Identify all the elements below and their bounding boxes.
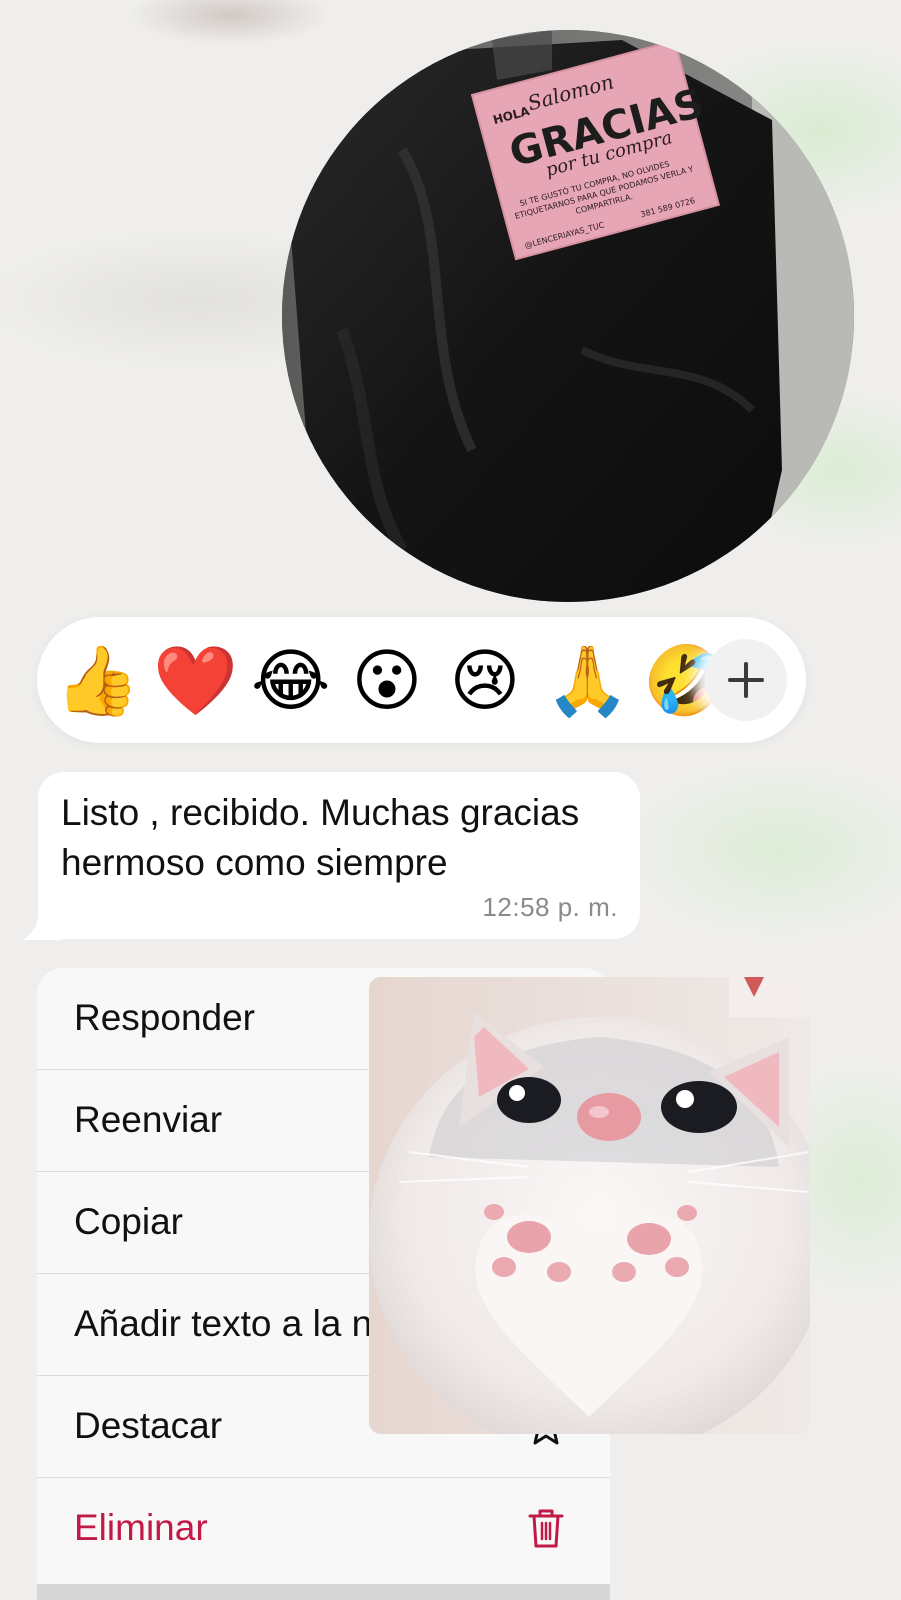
surprised-face-emoji[interactable]: 😮 (349, 643, 425, 719)
menu-item-label: Copiar (74, 1201, 183, 1242)
menu-item-label: Eliminar (74, 1507, 208, 1548)
folded-hands-emoji[interactable]: 🙏 (545, 643, 630, 719)
menu-item-label: Añadir texto a la n (74, 1303, 373, 1344)
thumbs-up-emoji[interactable]: 👍 (55, 643, 140, 719)
reaction-bar: 👍 ❤️ 😂 😮 😢 🙏 🤣 (37, 617, 806, 743)
video-message-bubble[interactable]: HOLA Salomon GRACIAS por tu compra SI TE… (282, 30, 854, 602)
menu-item-label: Responder (74, 997, 256, 1038)
menu-item-label: Destacar (74, 1405, 223, 1446)
menu-item-delete[interactable]: Eliminar (37, 1478, 610, 1579)
cat-sticker-image (369, 977, 810, 1434)
crying-face-emoji[interactable]: 😢 (447, 643, 523, 719)
cat-heart-paws-sticker[interactable] (369, 977, 810, 1434)
message-bubble[interactable]: Listo , recibido. Muchas gracias hermoso… (38, 772, 640, 939)
menu-scroll-edge (37, 1584, 610, 1600)
video-frame: HOLA Salomon GRACIAS por tu compra SI TE… (282, 30, 854, 602)
menu-item-label: Reenviar (74, 1099, 223, 1140)
tears-of-joy-emoji[interactable]: 😂 (251, 643, 330, 719)
message-text: Listo , recibido. Muchas gracias hermoso… (61, 792, 580, 883)
trash-icon (528, 1509, 564, 1548)
reaction-list: 👍 ❤️ 😂 😮 😢 🙏 🤣 (55, 617, 755, 743)
message-timestamp: 12:58 p. m. (482, 892, 618, 922)
plus-icon[interactable] (705, 639, 787, 721)
red-heart-emoji[interactable]: ❤️ (153, 643, 238, 719)
